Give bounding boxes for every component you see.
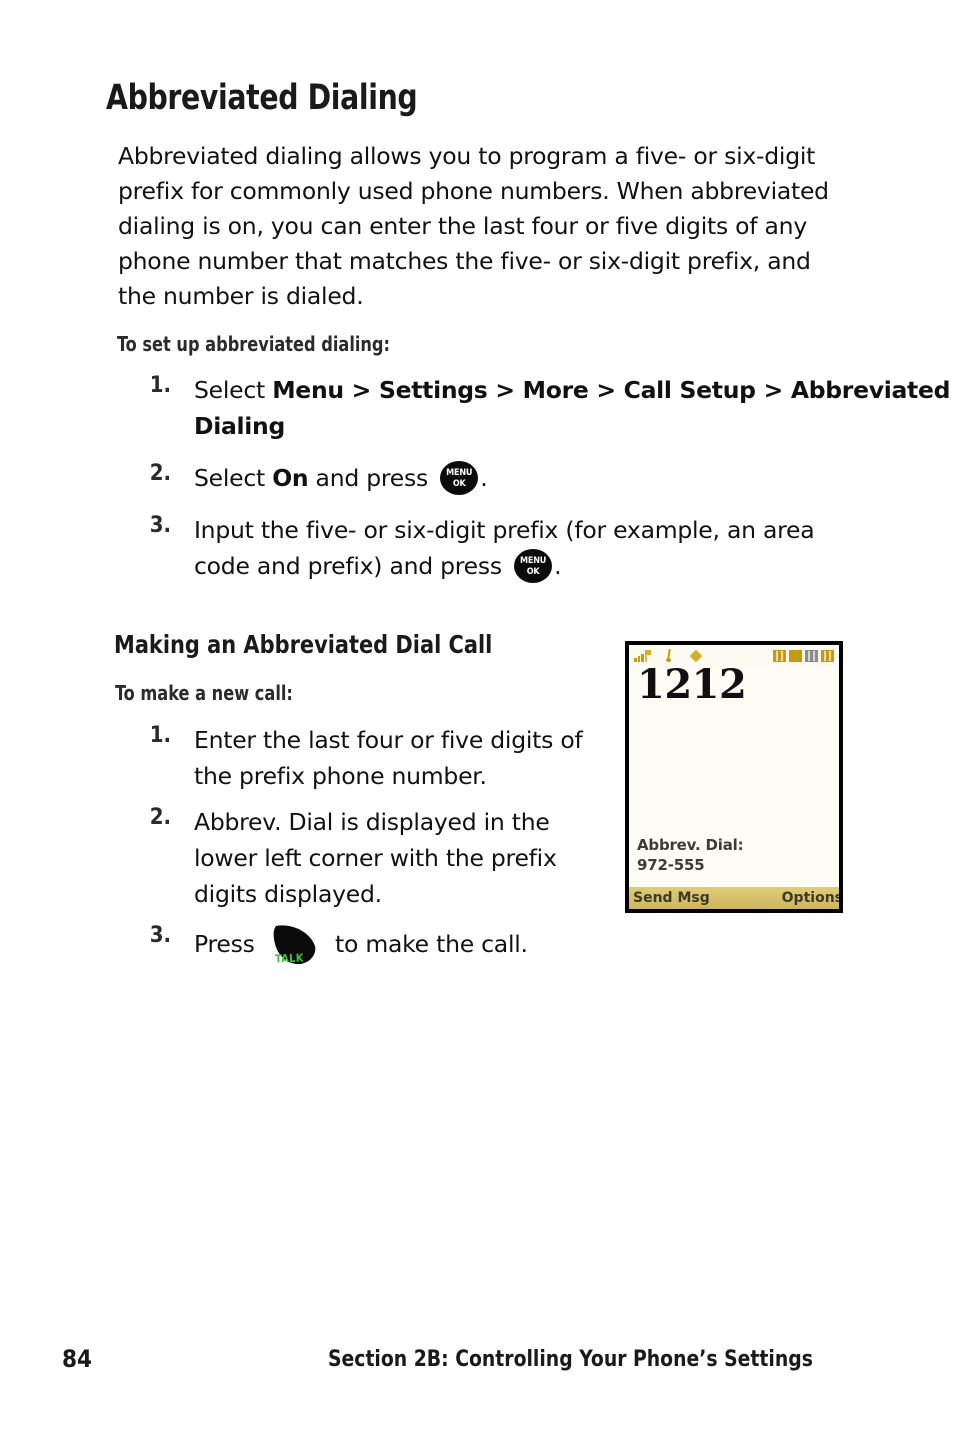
list-item: 2. Abbrev. Dial is displayed in the lowe…: [127, 804, 607, 912]
step-text-suffix: .: [554, 552, 562, 580]
step-text: Select Menu > Settings > More > Call Set…: [171, 372, 950, 444]
menu-path-bold: Menu > Settings > More > Call Setup > Ab…: [272, 376, 951, 404]
step-line-1: Abbrev. Dial is displayed in the: [194, 808, 550, 836]
step-line-1: Enter the last four or five digits of: [194, 726, 583, 754]
make-call-steps-list: 1. Enter the last four or five digits of…: [127, 722, 607, 976]
menu-path-bold-cont: Dialing: [194, 412, 285, 440]
list-item: 3. Input the five- or six-digit prefix (…: [127, 512, 887, 584]
step-line-2: the prefix phone number.: [194, 762, 487, 790]
setup-instructions-label: To set up abbreviated dialing:: [117, 332, 391, 356]
step-number: 3.: [149, 513, 171, 538]
abbrev-dial-block: Abbrev. Dial: 972-555: [637, 835, 744, 875]
indicator-block-4-icon: [821, 649, 834, 662]
step-text: Enter the last four or five digits of th…: [171, 722, 583, 794]
phone-softkey-bar: Send Msg Options: [629, 887, 839, 909]
step-text-suffix: to make the call.: [327, 930, 528, 958]
talk-key-icon: TALK: [270, 922, 322, 966]
menu-ok-key-icon: MENU OK: [440, 461, 479, 495]
abbrev-dial-prefix: 972-555: [637, 856, 705, 874]
step-line-2: code and prefix) and press MENU OK.: [194, 548, 814, 584]
phone-display: 1212 Abbrev. Dial: 972-555 Send Msg Opti…: [629, 645, 839, 909]
indicator-block-3-icon: [805, 649, 818, 662]
section-subheading: Making an Abbreviated Dial Call: [114, 630, 493, 659]
intro-line-2: prefix for commonly used phone numbers. …: [118, 177, 829, 205]
step-text-plain: Select: [194, 464, 273, 492]
softkey-send-msg[interactable]: Send Msg: [633, 890, 710, 906]
step-line-2: Dialing: [194, 408, 950, 444]
step-number: 1.: [149, 723, 171, 748]
make-call-label: To make a new call:: [115, 681, 293, 705]
step-line-1: Press TALK to make the call.: [194, 922, 528, 966]
intro-line-5: the number is dialed.: [118, 282, 364, 310]
step-text: Input the five- or six-digit prefix (for…: [171, 512, 815, 584]
step-text-middle: and press: [308, 464, 436, 492]
setup-steps-list: 1. Select Menu > Settings > More > Call …: [127, 372, 951, 600]
list-item: 1. Select Menu > Settings > More > Call …: [127, 372, 951, 444]
step-number: 2.: [149, 805, 171, 830]
list-item: 1. Enter the last four or five digits of…: [127, 722, 607, 794]
talk-key-label: TALK: [274, 951, 304, 966]
step-number: 3.: [149, 923, 171, 948]
step-number: 2.: [149, 461, 171, 486]
indicator-block-2-icon: [789, 649, 802, 662]
indicator-block-1-icon: [773, 649, 786, 662]
step-text-plain: Select: [194, 376, 273, 404]
softkey-options[interactable]: Options: [782, 890, 839, 906]
menu-ok-key-top-label: MENU: [520, 556, 547, 566]
abbrev-dial-label: Abbrev. Dial:: [637, 836, 744, 854]
step-text-suffix: .: [480, 464, 488, 492]
page-title: Abbreviated Dialing: [106, 78, 418, 118]
menu-ok-key-bottom-label: OK: [452, 479, 466, 489]
intro-line-3: dialing is on, you can enter the last fo…: [118, 212, 807, 240]
status-bar-right-icons: [773, 649, 834, 662]
phone-screenshot-figure: 1212 Abbrev. Dial: 972-555 Send Msg Opti…: [625, 641, 843, 913]
document-page: Abbreviated Dialing Abbreviated dialing …: [0, 0, 954, 1431]
step-line-1: Select Menu > Settings > More > Call Set…: [194, 372, 950, 408]
menu-ok-key-top-label: MENU: [446, 468, 473, 478]
step-line-1: Select On and press MENU OK.: [194, 460, 488, 496]
step-text: Select On and press MENU OK.: [171, 460, 488, 496]
step-text: Press TALK to make the call.: [171, 922, 528, 966]
option-on-bold: On: [272, 464, 309, 492]
diamond-icon: [689, 649, 703, 662]
step-text-plain: Press: [194, 930, 262, 958]
intro-line-1: Abbreviated dialing allows you to progra…: [118, 142, 816, 170]
intro-paragraph: Abbreviated dialing allows you to progra…: [118, 139, 878, 314]
step-text-plain: code and prefix) and press: [194, 552, 510, 580]
signal-icon: [634, 649, 651, 662]
step-line-1: Input the five- or six-digit prefix (for…: [194, 516, 815, 544]
list-item: 3. Press TALK to make the call.: [127, 922, 607, 966]
list-item: 2. Select On and press MENU OK.: [127, 460, 887, 496]
step-number: 1.: [149, 373, 171, 398]
footer-section-title: Section 2B: Controlling Your Phone’s Set…: [328, 1347, 813, 1372]
menu-ok-key-bottom-label: OK: [526, 567, 540, 577]
step-line-2: lower left corner with the prefix: [194, 844, 557, 872]
footer-page-number: 84: [62, 1345, 93, 1373]
menu-ok-key-icon: MENU OK: [514, 549, 553, 583]
intro-line-4: phone number that matches the five- or s…: [118, 247, 811, 275]
dialed-number-display: 1212: [637, 661, 747, 708]
step-line-3: digits displayed.: [194, 880, 382, 908]
step-text: Abbrev. Dial is displayed in the lower l…: [171, 804, 557, 912]
